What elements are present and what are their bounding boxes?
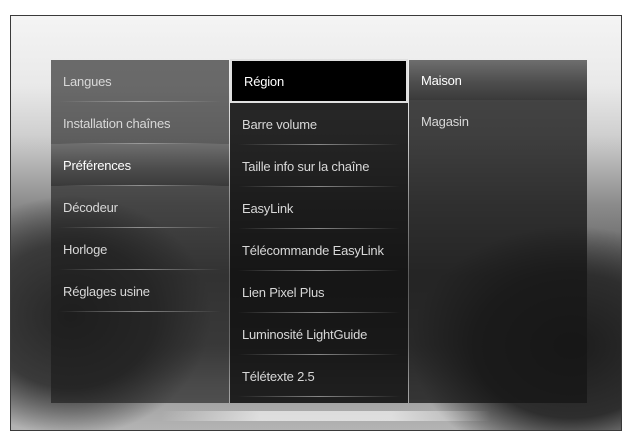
menu-item-maison[interactable]: Maison	[409, 60, 587, 100]
menu-item-telecommande-easylink[interactable]: Télécommande EasyLink	[230, 229, 408, 271]
menu-item-label: Télécommande EasyLink	[242, 242, 384, 258]
menu-item-label: Magasin	[421, 113, 469, 129]
tv-screen: Langues Installation chaînes Préférences…	[10, 15, 622, 431]
menu-item-easylink[interactable]: EasyLink	[230, 187, 408, 229]
menu-item-label: Taille info sur la chaîne	[242, 158, 370, 174]
menu-item-region[interactable]: Région	[230, 59, 408, 103]
menu-column-main: Langues Installation chaînes Préférences…	[51, 60, 229, 403]
menu-item-label: Préférences	[63, 157, 131, 173]
menu-item-decodeur[interactable]: Décodeur	[51, 186, 229, 228]
menu-item-label: Télétexte 2.5	[242, 368, 315, 384]
menu-column-region-options: Maison Magasin	[409, 60, 587, 403]
menu-item-luminosite-lightguide[interactable]: Luminosité LightGuide	[230, 313, 408, 355]
menu-item-label: EasyLink	[242, 200, 294, 216]
menu-column-preferences: Région Barre volume Taille info sur la c…	[230, 59, 408, 403]
menu-item-label: Luminosité LightGuide	[242, 326, 368, 342]
menu-item-label: Décodeur	[63, 199, 118, 215]
menu-item-label: Maison	[421, 72, 462, 88]
menu-item-label: Lien Pixel Plus	[242, 284, 325, 300]
menu-item-teletexte[interactable]: Télétexte 2.5	[230, 355, 408, 397]
menu-item-horloge[interactable]: Horloge	[51, 228, 229, 270]
menu-item-label: Barre volume	[242, 116, 317, 132]
menu-item-label: Région	[244, 73, 284, 89]
menu-item-magasin[interactable]: Magasin	[409, 100, 587, 142]
menu-item-lien-pixel-plus[interactable]: Lien Pixel Plus	[230, 271, 408, 313]
menu-item-taille-info[interactable]: Taille info sur la chaîne	[230, 145, 408, 187]
menu-item-label: Langues	[63, 73, 112, 89]
menu-item-langues[interactable]: Langues	[51, 60, 229, 102]
menu-item-label: Réglages usine	[63, 283, 150, 299]
menu-item-label: Installation chaînes	[63, 115, 171, 131]
menu-item-installation-chaines[interactable]: Installation chaînes	[51, 102, 229, 144]
menu-item-preferences[interactable]: Préférences	[51, 144, 229, 186]
background-road-marking	[161, 411, 491, 421]
menu-item-barre-volume[interactable]: Barre volume	[230, 103, 408, 145]
menu-item-label: Horloge	[63, 241, 108, 257]
menu-item-reglages-usine[interactable]: Réglages usine	[51, 270, 229, 312]
